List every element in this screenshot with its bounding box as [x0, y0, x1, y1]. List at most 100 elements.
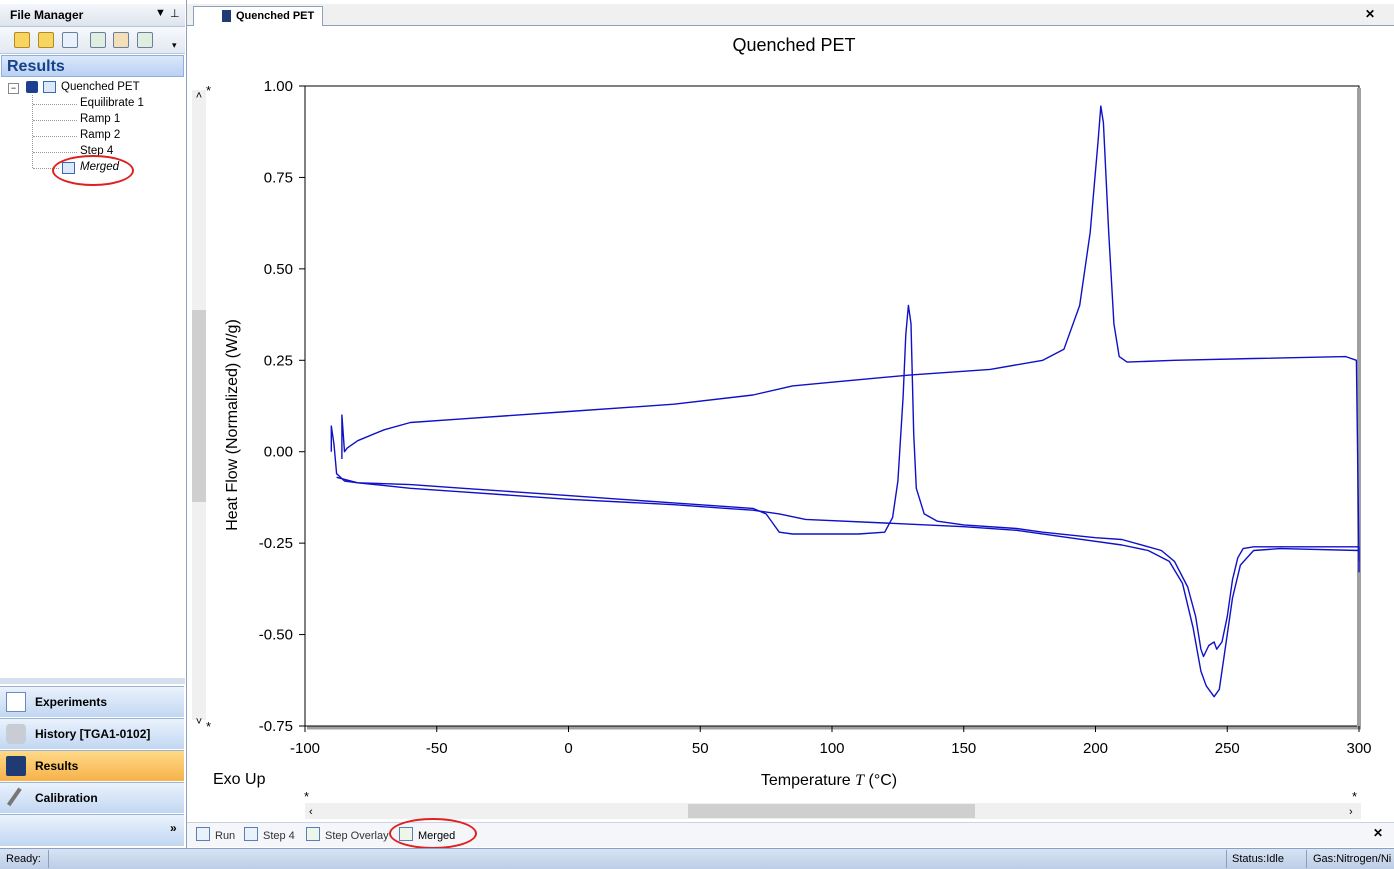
zoom-marker-icon[interactable]: *: [206, 83, 211, 98]
tab-quenched-pet[interactable]: Quenched PET: [193, 6, 323, 26]
tree-line: [32, 95, 33, 168]
heat-flow-chart[interactable]: Quenched PET 1.00 0.75 0.50 0.25 0.00 -0.25 -0…: [187, 25, 1394, 822]
status-gas: Gas:Nitrogen/Ni: [1313, 853, 1392, 865]
x-tick-label: 300: [1346, 740, 1371, 757]
nav-calibration-button[interactable]: Calibration: [0, 782, 184, 813]
highlight-ellipse: [389, 818, 477, 849]
status-bar: Ready: Status:Idle Gas:Nitrogen/Ni: [0, 848, 1394, 869]
y-tick-label: 1.00: [264, 78, 293, 95]
scroll-down-icon[interactable]: ˅: [196, 716, 202, 728]
panel-splitter[interactable]: [0, 678, 185, 684]
x-tick-label: -100: [290, 740, 320, 757]
graph-export-icon[interactable]: [137, 32, 153, 48]
tab-step-overlay-label: Step Overlay: [325, 830, 389, 842]
nav-results-label: Results: [35, 759, 79, 773]
instrument-icon: [6, 724, 26, 744]
status-state: Status:Idle: [1232, 853, 1284, 865]
save-disk-icon: [26, 81, 38, 93]
y-tick-label: 0.00: [264, 444, 293, 461]
x-axis: -100 -50 0 50 100 150 200 250 300: [290, 726, 1372, 757]
tab-run[interactable]: Run: [196, 827, 235, 842]
x-axis-label: Temperature T (°C): [761, 772, 897, 789]
tree-item-equilibrate[interactable]: Equilibrate 1: [80, 97, 144, 109]
zoom-marker-icon[interactable]: *: [304, 789, 309, 804]
plot-frame: [304, 85, 1360, 727]
results-window-icon: [43, 81, 56, 93]
pin-icon[interactable]: ⊥: [170, 7, 180, 20]
toolbar-overflow-icon[interactable]: ▾: [172, 40, 177, 51]
tree-line: [33, 104, 77, 105]
tree-item-root[interactable]: Quenched PET: [61, 81, 140, 93]
tree-item-ramp1[interactable]: Ramp 1: [80, 113, 120, 125]
x-tick-label: -50: [426, 740, 448, 757]
collapse-toggle-icon[interactable]: −: [8, 83, 19, 94]
horizontal-scroll-thumb[interactable]: [688, 804, 975, 818]
tree-line: [33, 120, 77, 121]
y-tick-label: -0.75: [259, 718, 293, 735]
y-tick-label: 0.50: [264, 261, 293, 278]
x-tick-label: 50: [692, 740, 709, 757]
file-manager-title: File Manager: [10, 8, 84, 22]
nav-experiments-label: Experiments: [35, 695, 108, 709]
zoom-marker-icon[interactable]: *: [1352, 789, 1357, 804]
tab-run-label: Run: [215, 830, 236, 842]
status-separator: [1306, 850, 1307, 868]
vertical-zoom-thumb[interactable]: [192, 310, 206, 502]
window-icon[interactable]: [62, 32, 78, 48]
document-icon: [196, 827, 210, 841]
window-icon: [244, 827, 258, 841]
nav-overflow-bar: »: [0, 814, 184, 846]
close-document-icon[interactable]: ✕: [1365, 7, 1375, 21]
tab-step4[interactable]: Step 4: [244, 827, 295, 842]
x-axis-label-text: Temperature: [761, 772, 851, 789]
nav-experiments-button[interactable]: Experiments: [0, 686, 184, 717]
x-tick-label: 250: [1215, 740, 1240, 757]
tab-step-overlay[interactable]: Step Overlay: [306, 827, 389, 842]
y-tick-label: 0.75: [264, 169, 293, 186]
status-ready: Ready:: [6, 853, 41, 865]
document-list-icon: [6, 692, 26, 712]
results-book-icon: [6, 756, 26, 776]
status-separator: [48, 850, 49, 868]
tree-line: [33, 152, 77, 153]
file-manager-toolbar: ▾: [0, 27, 185, 54]
x-tick-label: 100: [819, 740, 844, 757]
scroll-up-icon[interactable]: ˄: [196, 90, 202, 102]
zoom-marker-icon[interactable]: *: [206, 719, 211, 734]
graph-edit-icon[interactable]: [113, 32, 129, 48]
tree-item-ramp2[interactable]: Ramp 2: [80, 129, 120, 141]
nav-calibration-label: Calibration: [35, 791, 98, 805]
y-axis-label: Heat Flow (Normalized) (W/g): [224, 319, 241, 531]
tree-line: [33, 136, 77, 137]
scroll-right-icon[interactable]: ›: [1349, 806, 1353, 818]
x-tick-label: 0: [564, 740, 572, 757]
x-axis-label-unit: (°C): [869, 772, 898, 789]
tab-label: Quenched PET: [236, 10, 315, 22]
nav-history-label: History [TGA1-0102]: [35, 727, 151, 741]
status-separator: [1226, 850, 1227, 868]
y-axis: 1.00 0.75 0.50 0.25 0.00 -0.25 -0.50 -0.75: [259, 78, 305, 735]
open-folder-icon[interactable]: [14, 32, 30, 48]
nav-overflow-icon[interactable]: »: [170, 821, 177, 835]
y-tick-label: -0.25: [259, 535, 293, 552]
graph-icon: [306, 827, 320, 841]
view-tabs: Run Step 4 Step Overlay Merged ✕: [187, 818, 1394, 849]
file-manager-titlebar: File Manager ▼ ⊥: [0, 4, 185, 27]
nav-results-button[interactable]: Results: [0, 750, 184, 781]
calibration-wrench-icon: [6, 787, 26, 809]
tab-step4-label: Step 4: [263, 830, 295, 842]
exo-up-annotation: Exo Up: [213, 771, 266, 788]
dropdown-arrow-icon[interactable]: ▼: [155, 7, 166, 19]
x-tick-label: 200: [1083, 740, 1108, 757]
graph-icon[interactable]: [90, 32, 106, 48]
y-tick-label: -0.50: [259, 627, 293, 644]
highlight-ellipse: [52, 155, 134, 186]
folder-icon[interactable]: [38, 32, 54, 48]
chart-title: Quenched PET: [732, 35, 855, 55]
x-tick-label: 150: [951, 740, 976, 757]
scroll-left-icon[interactable]: ‹: [309, 806, 313, 818]
close-view-icon[interactable]: ✕: [1373, 826, 1383, 840]
results-book-icon: [222, 10, 231, 22]
results-header: Results: [1, 55, 184, 77]
nav-history-button[interactable]: History [TGA1-0102]: [0, 718, 184, 749]
